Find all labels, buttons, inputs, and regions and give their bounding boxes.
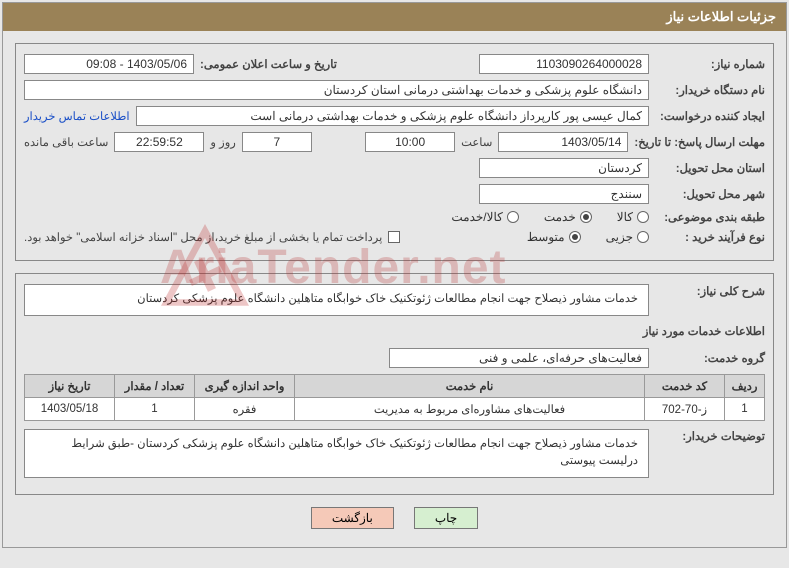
time-label: ساعت — [461, 135, 492, 149]
page-title: جزئیات اطلاعات نیاز — [3, 3, 786, 31]
radio-kala-label: کالا — [617, 210, 633, 224]
th-name: نام خدمت — [295, 375, 645, 398]
category-radio-group: کالا خدمت کالا/خدمت — [451, 210, 649, 224]
summary-value: خدمات مشاور ذیصلاح جهت انجام مطالعات ژئو… — [24, 284, 649, 316]
creator-label: ایجاد کننده درخواست: — [655, 109, 765, 123]
radio-khedmat[interactable]: خدمت — [544, 210, 592, 224]
td-radif: 1 — [725, 398, 765, 421]
group-value: فعالیت‌های حرفه‌ای، علمی و فنی — [389, 348, 649, 368]
td-name: فعالیت‌های مشاوره‌ای مربوط به مدیریت — [295, 398, 645, 421]
radio-kala[interactable]: کالا — [617, 210, 649, 224]
services-table: ردیف کد خدمت نام خدمت واحد اندازه گیری ت… — [24, 374, 765, 421]
radio-jozei-label: جزیی — [606, 230, 633, 244]
radio-icon — [580, 211, 592, 223]
buyer-value: دانشگاه علوم پزشکی و خدمات بهداشتی درمان… — [24, 80, 649, 100]
deadline-label: مهلت ارسال پاسخ: تا تاریخ: — [634, 135, 765, 149]
need-number-value: 1103090264000028 — [479, 54, 649, 74]
back-button[interactable]: بازگشت — [311, 507, 394, 529]
radio-icon — [637, 231, 649, 243]
province-label: استان محل تحویل: — [655, 161, 765, 175]
td-unit: فقره — [195, 398, 295, 421]
radio-kalakhedmat[interactable]: کالا/خدمت — [451, 210, 518, 224]
group-label: گروه خدمت: — [655, 351, 765, 365]
days-value: 7 — [242, 132, 312, 152]
td-qty: 1 — [115, 398, 195, 421]
city-value: سنندج — [479, 184, 649, 204]
payment-note: پرداخت تمام یا بخشی از مبلغ خرید،از محل … — [24, 230, 382, 244]
desc-label: توضیحات خریدار: — [655, 429, 765, 443]
radio-icon — [637, 211, 649, 223]
deadline-date-value: 1403/05/14 — [498, 132, 628, 152]
radio-icon — [569, 231, 581, 243]
buyer-label: نام دستگاه خریدار: — [655, 83, 765, 97]
payment-checkbox[interactable] — [388, 231, 400, 243]
th-qty: تعداد / مقدار — [115, 375, 195, 398]
category-label: طبقه بندی موضوعی: — [655, 210, 765, 224]
table-header-row: ردیف کد خدمت نام خدمت واحد اندازه گیری ت… — [25, 375, 765, 398]
detail-panel: شرح کلی نیاز: خدمات مشاور ذیصلاح جهت انج… — [15, 273, 774, 495]
remaining-label: ساعت باقی مانده — [24, 135, 108, 149]
radio-motevaset-label: متوسط — [527, 230, 565, 244]
th-date: تاریخ نیاز — [25, 375, 115, 398]
radio-kalakhedmat-label: کالا/خدمت — [451, 210, 502, 224]
countdown-value: 22:59:52 — [114, 132, 204, 152]
public-time-value: 1403/05/06 - 09:08 — [24, 54, 194, 74]
desc-value: خدمات مشاور ذیصلاح جهت انجام مطالعات ژئو… — [24, 429, 649, 478]
button-row: چاپ بازگشت — [15, 507, 774, 529]
radio-jozei[interactable]: جزیی — [606, 230, 649, 244]
td-code: ز-70-702 — [645, 398, 725, 421]
deadline-time-value: 10:00 — [365, 132, 455, 152]
header-panel: شماره نیاز: 1103090264000028 تاریخ و ساع… — [15, 43, 774, 261]
table-row: 1 ز-70-702 فعالیت‌های مشاوره‌ای مربوط به… — [25, 398, 765, 421]
th-unit: واحد اندازه گیری — [195, 375, 295, 398]
th-radif: ردیف — [725, 375, 765, 398]
public-time-label: تاریخ و ساعت اعلان عمومی: — [200, 57, 337, 71]
need-number-label: شماره نیاز: — [655, 57, 765, 71]
creator-value: کمال عیسی پور کارپرداز دانشگاه علوم پزشک… — [136, 106, 649, 126]
summary-label: شرح کلی نیاز: — [655, 284, 765, 298]
days-label: روز و — [210, 135, 235, 149]
radio-khedmat-label: خدمت — [544, 210, 576, 224]
radio-icon — [507, 211, 519, 223]
city-label: شهر محل تحویل: — [655, 187, 765, 201]
td-date: 1403/05/18 — [25, 398, 115, 421]
th-code: کد خدمت — [645, 375, 725, 398]
province-value: کردستان — [479, 158, 649, 178]
content-area: AriaTender.net شماره نیاز: 1103090264000… — [3, 31, 786, 547]
buy-type-label: نوع فرآیند خرید : — [655, 230, 765, 244]
print-button[interactable]: چاپ — [414, 507, 478, 529]
info-label: اطلاعات خدمات مورد نیاز — [643, 324, 765, 338]
buy-type-radio-group: جزیی متوسط — [527, 230, 649, 244]
buyer-contact-link[interactable]: اطلاعات تماس خریدار — [24, 109, 130, 123]
radio-motevaset[interactable]: متوسط — [527, 230, 581, 244]
main-container: جزئیات اطلاعات نیاز AriaTender.net شماره… — [2, 2, 787, 548]
